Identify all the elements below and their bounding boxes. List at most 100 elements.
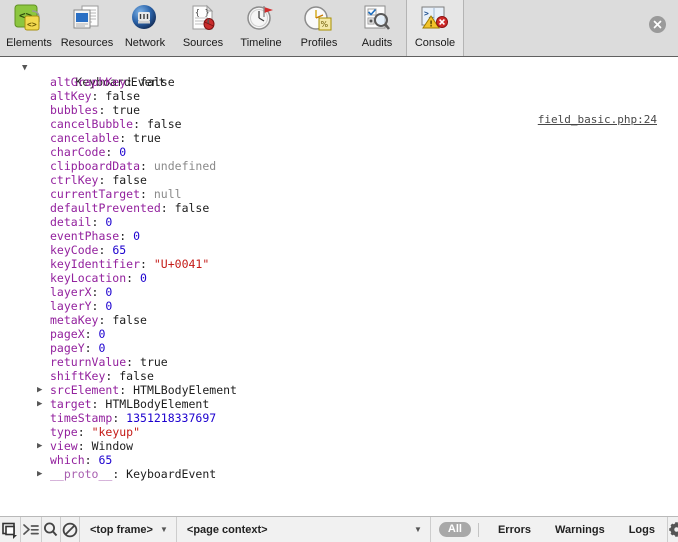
- property-value: 0: [133, 229, 141, 243]
- property-value: 0: [105, 215, 113, 229]
- tab-label: Timeline: [240, 37, 282, 49]
- filter-all[interactable]: All: [438, 522, 471, 537]
- property-separator: :: [98, 313, 113, 327]
- object-property-row[interactable]: keyIdentifier: "U+0041": [0, 257, 678, 271]
- close-devtools-button[interactable]: [649, 16, 666, 33]
- object-property-row[interactable]: detail: 0: [0, 215, 678, 229]
- property-separator: :: [119, 229, 134, 243]
- property-name: metaKey: [50, 313, 99, 327]
- search-icon: [44, 522, 58, 536]
- property-value: 1351218337697: [126, 411, 217, 425]
- object-property-row[interactable]: layerY: 0: [0, 299, 678, 313]
- property-separator: :: [98, 243, 113, 257]
- object-property-row[interactable]: charCode: 0: [0, 145, 678, 159]
- property-name: timeStamp: [50, 411, 113, 425]
- object-header-row[interactable]: ▼ KeyboardEvent: [0, 61, 678, 89]
- object-property-row[interactable]: type: "keyup": [0, 425, 678, 439]
- chevron-down-icon: ▼: [413, 525, 422, 534]
- tab-resources[interactable]: Resources: [58, 0, 116, 56]
- object-property-row[interactable]: altKey: false: [0, 89, 678, 103]
- property-separator: :: [140, 257, 154, 271]
- devtools-window: <> <> Elements Resources Network {} Sou…: [0, 0, 678, 542]
- property-name: detail: [50, 215, 92, 229]
- object-property-row[interactable]: keyCode: 65: [0, 243, 678, 257]
- console-messages-area[interactable]: field_basic.php:24 ▼ KeyboardEvent altGra…: [0, 57, 678, 516]
- filter-logs[interactable]: Logs: [629, 524, 655, 536]
- filter-search-button[interactable]: [42, 517, 61, 542]
- filter-warnings[interactable]: Warnings: [555, 524, 605, 536]
- tab-console[interactable]: >_ ! Console: [406, 0, 464, 56]
- tab-profiles[interactable]: % Profiles: [290, 0, 348, 56]
- object-property-row[interactable]: eventPhase: 0: [0, 229, 678, 243]
- tab-label: Profiles: [300, 37, 338, 49]
- object-property-row[interactable]: defaultPrevented: false: [0, 201, 678, 215]
- object-property-row[interactable]: returnValue: true: [0, 355, 678, 369]
- object-property-row[interactable]: timeStamp: 1351218337697: [0, 411, 678, 425]
- property-separator: :: [112, 467, 127, 481]
- object-property-row[interactable]: ctrlKey: false: [0, 173, 678, 187]
- elements-icon: <> <>: [12, 3, 46, 36]
- tab-timeline[interactable]: Timeline: [232, 0, 290, 56]
- disclosure-triangle-closed-icon[interactable]: ▶: [37, 439, 42, 453]
- devtools-toolbar: <> <> Elements Resources Network {} Sou…: [0, 0, 678, 57]
- disclosure-triangle-closed-icon[interactable]: ▶: [37, 397, 42, 411]
- resources-icon: [70, 3, 104, 36]
- object-property-row[interactable]: bubbles: true: [0, 103, 678, 117]
- disclosure-triangle-open-icon[interactable]: ▼: [22, 61, 27, 75]
- property-name: altKey: [50, 89, 92, 103]
- sources-icon: { }: [186, 3, 220, 36]
- object-property-row[interactable]: currentTarget: null: [0, 187, 678, 201]
- svg-text:!: !: [429, 20, 433, 29]
- frame-selector[interactable]: <top frame> ▼: [80, 517, 177, 542]
- object-property-row[interactable]: altGraphKey: false: [0, 75, 678, 89]
- property-separator: :: [91, 397, 106, 411]
- tab-elements[interactable]: <> <> Elements: [0, 0, 58, 56]
- property-separator: :: [140, 159, 154, 173]
- property-separator: :: [84, 341, 99, 355]
- clear-console-button[interactable]: [61, 517, 80, 542]
- tab-label: Sources: [182, 37, 224, 49]
- context-selector[interactable]: <page context> ▼: [177, 517, 431, 542]
- property-separator: :: [91, 299, 106, 313]
- property-value: HTMLBodyElement: [105, 397, 210, 411]
- property-name: clipboardData: [50, 159, 141, 173]
- settings-button[interactable]: [666, 517, 678, 542]
- object-property-row[interactable]: metaKey: false: [0, 313, 678, 327]
- disclosure-triangle-closed-icon[interactable]: ▶: [37, 383, 42, 397]
- property-name: target: [50, 397, 92, 411]
- dock-panel-button[interactable]: [0, 517, 21, 542]
- property-value: 0: [98, 341, 106, 355]
- object-property-row[interactable]: keyLocation: 0: [0, 271, 678, 285]
- property-value: true: [133, 131, 161, 145]
- object-property-row[interactable]: clipboardData: undefined: [0, 159, 678, 173]
- property-value: "keyup": [91, 425, 141, 439]
- object-property-row[interactable]: ▶ target: HTMLBodyElement: [0, 397, 678, 411]
- property-value: 0: [105, 299, 113, 313]
- dock-panel-icon: [2, 522, 17, 539]
- object-property-row[interactable]: pageY: 0: [0, 341, 678, 355]
- property-value: 0: [140, 271, 147, 285]
- property-name: altGraphKey: [50, 75, 127, 89]
- object-property-row[interactable]: which: 65: [0, 453, 678, 467]
- property-separator: :: [91, 285, 106, 299]
- property-name: which: [50, 453, 85, 467]
- tab-network[interactable]: Network: [116, 0, 174, 56]
- object-property-row[interactable]: cancelable: true: [0, 131, 678, 145]
- property-value: Window: [91, 439, 134, 453]
- object-property-row[interactable]: pageX: 0: [0, 327, 678, 341]
- object-property-row[interactable]: cancelBubble: false: [0, 117, 678, 131]
- object-property-row[interactable]: shiftKey: false: [0, 369, 678, 383]
- object-property-row[interactable]: ▶ view: Window: [0, 439, 678, 453]
- filter-errors[interactable]: Errors: [498, 524, 531, 536]
- object-property-row[interactable]: ▶ __proto__: KeyboardEvent: [0, 467, 678, 481]
- disclosure-triangle-closed-icon[interactable]: ▶: [37, 467, 42, 481]
- tab-audits[interactable]: Audits: [348, 0, 406, 56]
- panel-tab-bar: <> <> Elements Resources Network {} Sou…: [0, 0, 464, 56]
- object-property-row[interactable]: layerX: 0: [0, 285, 678, 299]
- audits-icon: [360, 3, 394, 36]
- show-drawer-button[interactable]: [21, 517, 42, 542]
- tab-sources[interactable]: { } Sources: [174, 0, 232, 56]
- property-separator: :: [91, 89, 106, 103]
- clear-console-icon: [62, 522, 78, 537]
- object-property-row[interactable]: ▶ srcElement: HTMLBodyElement: [0, 383, 678, 397]
